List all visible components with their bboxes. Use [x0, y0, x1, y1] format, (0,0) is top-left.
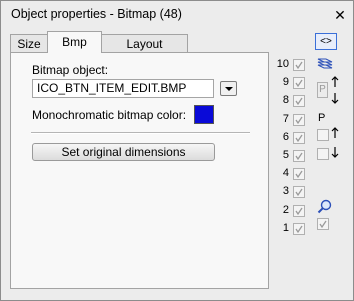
- layer-checkbox[interactable]: [293, 114, 305, 126]
- layer-number: 6: [282, 131, 289, 143]
- magnifier-icon[interactable]: [317, 199, 333, 218]
- layer-checkbox[interactable]: [293, 168, 305, 180]
- arrow-down-icon: [331, 92, 339, 107]
- bitmap-dropdown-button[interactable]: [220, 81, 237, 96]
- tab-bmp[interactable]: Bmp: [47, 31, 102, 53]
- bitmap-object-label: Bitmap object:: [32, 63, 109, 77]
- layer-checkbox[interactable]: [293, 132, 305, 144]
- layer-number: 1: [282, 222, 289, 234]
- set-original-dimensions-button[interactable]: Set original dimensions: [32, 143, 215, 161]
- layer-checkbox[interactable]: [293, 59, 305, 71]
- move-up-box[interactable]: [317, 129, 329, 141]
- layer-checkbox[interactable]: [293, 205, 305, 217]
- move-down-box[interactable]: [317, 148, 329, 160]
- layer-checkbox[interactable]: [293, 150, 305, 162]
- layer-number: 2: [282, 204, 289, 216]
- mono-color-label: Monochromatic bitmap color:: [32, 108, 187, 122]
- layer-checkbox[interactable]: [293, 223, 305, 235]
- window-title: Object properties - Bitmap (48): [11, 7, 182, 21]
- layer-number: 9: [282, 76, 289, 88]
- layer-checkbox[interactable]: [293, 95, 305, 107]
- magnifier-checkbox[interactable]: [317, 218, 329, 230]
- layer-checkbox[interactable]: [293, 77, 305, 89]
- arrow-up-icon: [331, 76, 339, 91]
- p-box-top[interactable]: P: [317, 82, 328, 98]
- bitmap-object-field[interactable]: ICO_BTN_ITEM_EDIT.BMP: [32, 79, 214, 98]
- close-icon[interactable]: ✕: [334, 8, 346, 22]
- mono-color-swatch[interactable]: [194, 105, 214, 124]
- layer-number: 8: [282, 94, 289, 106]
- layers-icon[interactable]: [316, 56, 334, 73]
- layer-number: 4: [282, 167, 289, 179]
- layer-number: 5: [282, 149, 289, 161]
- separator: [31, 132, 250, 134]
- layer-number: 10: [276, 58, 289, 70]
- tab-size[interactable]: Size: [10, 34, 48, 53]
- p-label: P: [318, 112, 326, 124]
- layer-number: 3: [282, 185, 289, 197]
- layer-checkbox[interactable]: [293, 186, 305, 198]
- tab-layout-manager[interactable]: Layout manager: [101, 34, 188, 70]
- arrow-up-icon: [331, 127, 339, 142]
- expand-toggle-button[interactable]: <>: [315, 33, 337, 50]
- object-properties-window: Object properties - Bitmap (48) ✕ Size B…: [0, 0, 354, 301]
- layer-number: 7: [282, 113, 289, 125]
- arrow-down-icon: [331, 146, 339, 161]
